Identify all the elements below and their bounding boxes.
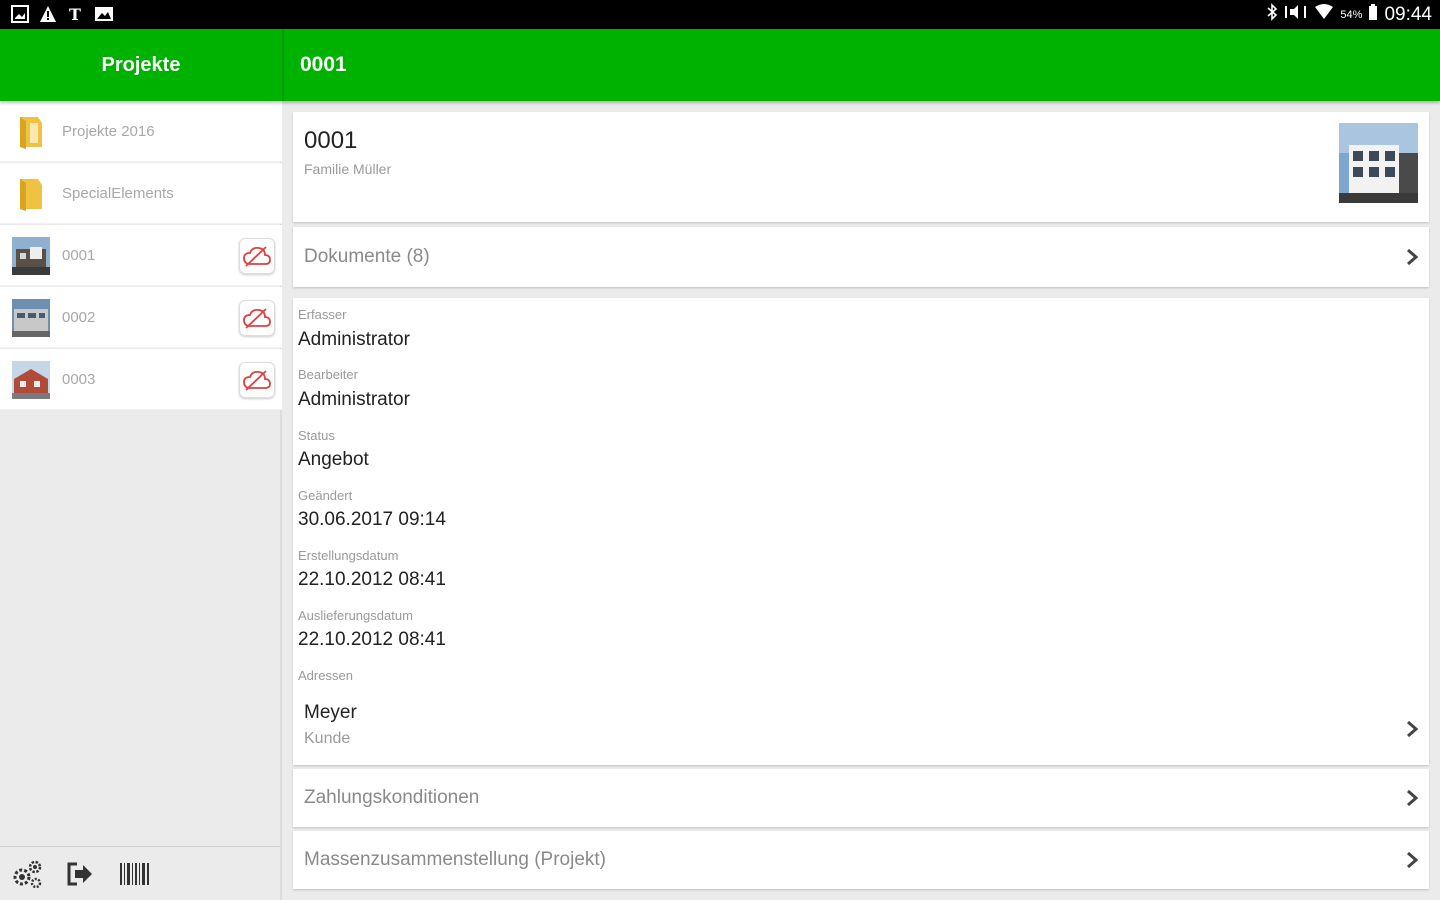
warning-icon (38, 4, 58, 24)
settings-icon[interactable] (10, 859, 44, 889)
payment-conditions-row[interactable]: Zahlungskonditionen (293, 769, 1429, 827)
cloud-off-button[interactable] (239, 362, 275, 398)
mute-icon (1284, 3, 1308, 27)
sidebar-item-label: 0002 (62, 309, 96, 326)
field-value-auslieferungsdatum: 22.10.2012 08:41 (298, 629, 446, 650)
battery-icon (1368, 3, 1378, 27)
cloud-off-button[interactable] (239, 300, 275, 336)
sidebar-item-0001[interactable]: 0001 (0, 225, 282, 286)
sidebar-item-label: 0003 (62, 371, 96, 388)
app-bar: Projekte 0001 (0, 29, 1440, 101)
field-label-bearbeiter: Bearbeiter (298, 367, 358, 382)
logout-icon[interactable] (63, 859, 97, 889)
cloud-off-icon (243, 246, 271, 267)
gallery-icon (10, 4, 30, 24)
project-header-card: 0001 Familie Müller (293, 112, 1429, 222)
chevron-right-icon (1407, 720, 1419, 738)
project-number: 0001 (304, 127, 358, 154)
news-icon: T (66, 4, 86, 24)
svg-text:T: T (69, 5, 81, 23)
payment-conditions-label: Zahlungskonditionen (304, 787, 480, 808)
field-value-geaendert: 30.06.2017 09:14 (298, 509, 446, 530)
field-label-auslieferungsdatum: Auslieferungsdatum (298, 608, 413, 623)
sidebar-footer (0, 846, 280, 900)
sidebar-item-label: 0001 (62, 247, 96, 264)
sidebar-item-specialelements[interactable]: SpecialElements (0, 163, 282, 224)
sidebar-item-projekte-2016[interactable]: Projekte 2016 (0, 101, 282, 162)
field-value-status: Angebot (298, 449, 369, 470)
project-subtitle: Familie Müller (304, 161, 392, 177)
cloud-off-icon (243, 370, 271, 391)
chevron-right-icon (1407, 789, 1419, 807)
details-card: Erfasser Administrator Bearbeiter Admini… (293, 298, 1429, 765)
page-title: 0001 (300, 53, 347, 76)
barcode-icon[interactable] (118, 859, 152, 889)
address-name: Meyer (304, 702, 357, 723)
cloud-off-icon (243, 308, 271, 329)
field-value-erfasser: Administrator (298, 329, 410, 350)
sidebar-item-0002[interactable]: 0002 (0, 287, 282, 348)
sidebar-item-label: Projekte 2016 (62, 123, 155, 140)
wifi-icon (1314, 3, 1334, 27)
sidebar-item-0003[interactable]: 0003 (0, 349, 282, 410)
sidebar-item-label: SpecialElements (62, 185, 174, 202)
bluetooth-icon (1266, 3, 1278, 27)
folder-icon (12, 113, 50, 151)
quantity-summary-row[interactable]: Massenzusammenstellung (Projekt) (293, 831, 1429, 889)
project-photo (1339, 123, 1418, 203)
chevron-right-icon (1407, 248, 1419, 266)
building-thumbnail (12, 299, 50, 337)
folder-icon (12, 175, 50, 213)
field-value-erstellungsdatum: 22.10.2012 08:41 (298, 569, 446, 590)
documents-row[interactable]: Dokumente (8) (293, 227, 1429, 287)
cloud-off-button[interactable] (239, 238, 275, 274)
address-role: Kunde (304, 730, 351, 747)
documents-label: Dokumente (8) (304, 246, 430, 267)
quantity-summary-label: Massenzusammenstellung (Projekt) (304, 849, 607, 870)
photo-icon (94, 4, 114, 24)
building-thumbnail (12, 361, 50, 399)
sidebar-title: Projekte (101, 53, 181, 76)
clock: 09:44 (1384, 4, 1432, 25)
battery-percent: 54% (1340, 9, 1363, 21)
field-label-erstellungsdatum: Erstellungsdatum (298, 548, 399, 563)
field-value-bearbeiter: Administrator (298, 389, 410, 410)
status-bar: T 54% 09:44 (0, 0, 1440, 29)
addresses-label: Adressen (298, 668, 353, 683)
field-label-status: Status (298, 428, 335, 443)
sidebar: Projekte 2016 SpecialElements 0001 0002 … (0, 101, 282, 900)
appbar-divider (282, 29, 284, 101)
address-row[interactable]: Meyer Kunde (293, 693, 1429, 765)
field-label-erfasser: Erfasser (298, 307, 347, 322)
chevron-right-icon (1407, 851, 1419, 869)
building-thumbnail (12, 237, 50, 275)
field-label-geaendert: Geändert (298, 488, 353, 503)
